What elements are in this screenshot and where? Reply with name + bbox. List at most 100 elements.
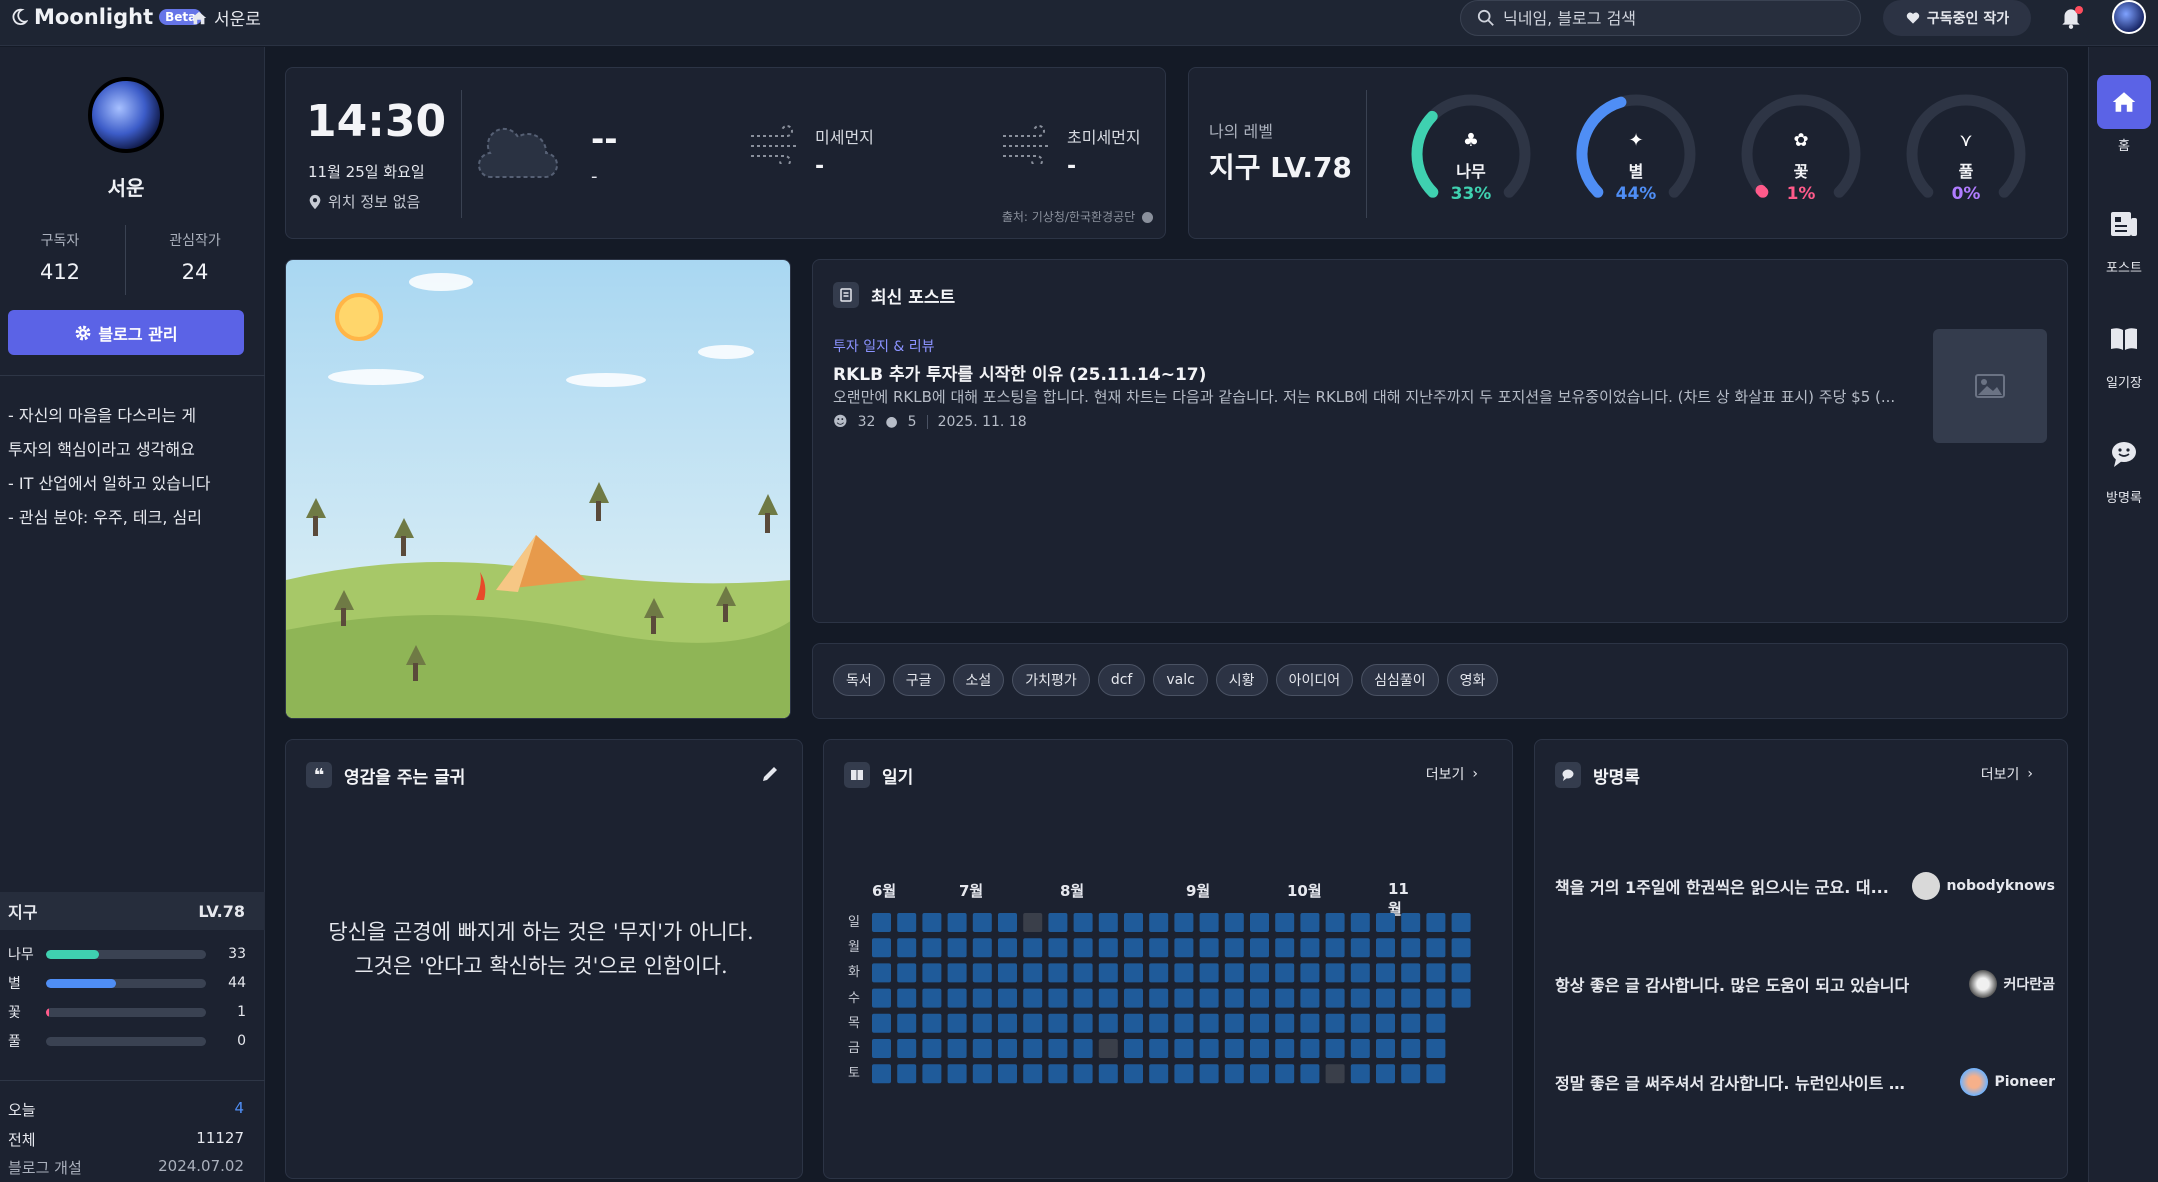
- diary-day-cell[interactable]: [1023, 938, 1043, 958]
- guestbook-entry[interactable]: 책을 거의 1주일에 한권씩은 읽으시는 군요. 대... nobodyknow…: [1555, 872, 2055, 900]
- diary-day-cell[interactable]: [998, 913, 1017, 932]
- nav-home[interactable]: 홈: [2089, 75, 2158, 154]
- gauge-flower[interactable]: ✿ 꽃 1%: [1739, 92, 1863, 216]
- tag-chip[interactable]: 시황: [1215, 664, 1268, 696]
- diary-day-cell[interactable]: [1401, 938, 1421, 958]
- diary-day-cell[interactable]: [1451, 963, 1471, 983]
- gauge-tree[interactable]: ♣ 나무 33%: [1409, 92, 1533, 216]
- diary-day-cell[interactable]: [972, 988, 992, 1008]
- diary-day-cell[interactable]: [1325, 963, 1345, 983]
- diary-day-cell[interactable]: [1275, 988, 1295, 1008]
- diary-day-cell[interactable]: [1426, 1039, 1446, 1058]
- diary-day-cell[interactable]: [1098, 1064, 1118, 1084]
- diary-day-cell[interactable]: [1149, 1039, 1169, 1058]
- diary-day-cell[interactable]: [1098, 913, 1118, 932]
- diary-day-cell[interactable]: [1300, 913, 1320, 932]
- diary-day-cell[interactable]: [1325, 988, 1345, 1008]
- diary-day-cell[interactable]: [1350, 1039, 1370, 1058]
- diary-day-cell[interactable]: [897, 1064, 917, 1084]
- diary-day-cell[interactable]: [1325, 938, 1345, 958]
- diary-day-cell[interactable]: [1426, 938, 1446, 958]
- diary-day-cell[interactable]: [1224, 913, 1244, 932]
- diary-day-cell[interactable]: [1451, 988, 1471, 1008]
- diary-day-cell[interactable]: [1048, 963, 1068, 983]
- diary-day-cell[interactable]: [1048, 988, 1068, 1008]
- diary-day-cell[interactable]: [998, 1064, 1017, 1084]
- diary-day-cell[interactable]: [1325, 1064, 1345, 1084]
- diary-day-cell[interactable]: [1426, 913, 1446, 932]
- diary-day-cell[interactable]: [1199, 963, 1219, 983]
- diary-day-cell[interactable]: [1048, 1013, 1068, 1033]
- diary-day-cell[interactable]: [1023, 913, 1043, 932]
- diary-day-cell[interactable]: [922, 1013, 942, 1033]
- guestbook-user[interactable]: nobodyknows: [1912, 872, 2055, 900]
- diary-day-cell[interactable]: [1224, 1013, 1244, 1033]
- diary-day-cell[interactable]: [1023, 1013, 1043, 1033]
- nav-guestbook[interactable]: 방명록: [2089, 427, 2158, 506]
- diary-day-cell[interactable]: [1023, 963, 1043, 983]
- diary-day-cell[interactable]: [1149, 913, 1169, 932]
- diary-day-cell[interactable]: [1098, 963, 1118, 983]
- diary-day-cell[interactable]: [897, 1013, 917, 1033]
- guestbook-more-link[interactable]: 더보기 ›: [1981, 764, 2033, 784]
- tag-chip[interactable]: 독서: [833, 664, 885, 696]
- diary-day-cell[interactable]: [1098, 938, 1118, 958]
- diary-day-cell[interactable]: [872, 1064, 891, 1084]
- diary-day-cell[interactable]: [1376, 963, 1395, 983]
- subscribers-stat[interactable]: 구독자 412: [0, 230, 120, 284]
- diary-day-cell[interactable]: [1300, 1013, 1320, 1033]
- diary-day-cell[interactable]: [1073, 963, 1093, 983]
- diary-day-cell[interactable]: [872, 1039, 891, 1058]
- diary-day-cell[interactable]: [1376, 1064, 1395, 1084]
- diary-day-cell[interactable]: [1124, 988, 1143, 1008]
- user-avatar[interactable]: [2112, 0, 2146, 34]
- profile-avatar[interactable]: [88, 77, 164, 153]
- logo[interactable]: Moonlight Beta: [10, 5, 203, 29]
- diary-day-cell[interactable]: [1350, 938, 1370, 958]
- diary-day-cell[interactable]: [1174, 938, 1194, 958]
- diary-day-cell[interactable]: [1401, 913, 1421, 932]
- home-breadcrumb[interactable]: 서운로: [190, 5, 261, 30]
- diary-day-cell[interactable]: [972, 938, 992, 958]
- diary-day-cell[interactable]: [1048, 1064, 1068, 1084]
- nav-diary[interactable]: 일기장: [2089, 312, 2158, 391]
- pencil-icon[interactable]: [760, 764, 780, 784]
- diary-day-cell[interactable]: [1124, 963, 1143, 983]
- nav-posts[interactable]: 포스트: [2089, 197, 2158, 276]
- blog-manage-button[interactable]: 블로그 관리: [8, 310, 244, 355]
- diary-day-cell[interactable]: [922, 913, 942, 932]
- guestbook-entry[interactable]: 항상 좋은 글 감사합니다. 많은 도움이 되고 있습니다 커다란곰: [1555, 970, 2055, 998]
- tag-chip[interactable]: 구글: [892, 664, 945, 696]
- diary-day-cell[interactable]: [872, 913, 891, 932]
- post-thumbnail[interactable]: [1933, 329, 2047, 443]
- diary-day-cell[interactable]: [1376, 1039, 1395, 1058]
- diary-day-cell[interactable]: [1350, 963, 1370, 983]
- gauge-grass[interactable]: ⋎ 풀 0%: [1904, 92, 2028, 216]
- search-input[interactable]: [1503, 8, 1843, 28]
- diary-day-cell[interactable]: [1199, 1013, 1219, 1033]
- diary-day-cell[interactable]: [1023, 988, 1043, 1008]
- diary-day-cell[interactable]: [922, 963, 942, 983]
- diary-day-cell[interactable]: [1350, 1064, 1370, 1084]
- diary-day-cell[interactable]: [1300, 963, 1320, 983]
- diary-day-cell[interactable]: [1451, 938, 1471, 958]
- diary-day-cell[interactable]: [1451, 913, 1471, 932]
- diary-day-cell[interactable]: [1073, 1013, 1093, 1033]
- diary-day-cell[interactable]: [1073, 1039, 1093, 1058]
- diary-day-cell[interactable]: [1325, 913, 1345, 932]
- diary-more-link[interactable]: 더보기 ›: [1426, 764, 1478, 784]
- diary-day-cell[interactable]: [972, 963, 992, 983]
- diary-day-cell[interactable]: [872, 1013, 891, 1033]
- location-status[interactable]: 위치 정보 없음: [308, 191, 420, 212]
- interest-stat[interactable]: 관심작가 24: [135, 230, 255, 284]
- diary-day-cell[interactable]: [1275, 913, 1295, 932]
- diary-day-cell[interactable]: [1149, 1064, 1169, 1084]
- diary-day-cell[interactable]: [1401, 963, 1421, 983]
- diary-day-cell[interactable]: [947, 938, 967, 958]
- tag-chip[interactable]: valc: [1153, 664, 1208, 696]
- search-bar[interactable]: [1460, 0, 1861, 36]
- diary-day-cell[interactable]: [1174, 988, 1194, 1008]
- diary-day-cell[interactable]: [1174, 1013, 1194, 1033]
- diary-day-cell[interactable]: [1149, 963, 1169, 983]
- diary-day-cell[interactable]: [1300, 988, 1320, 1008]
